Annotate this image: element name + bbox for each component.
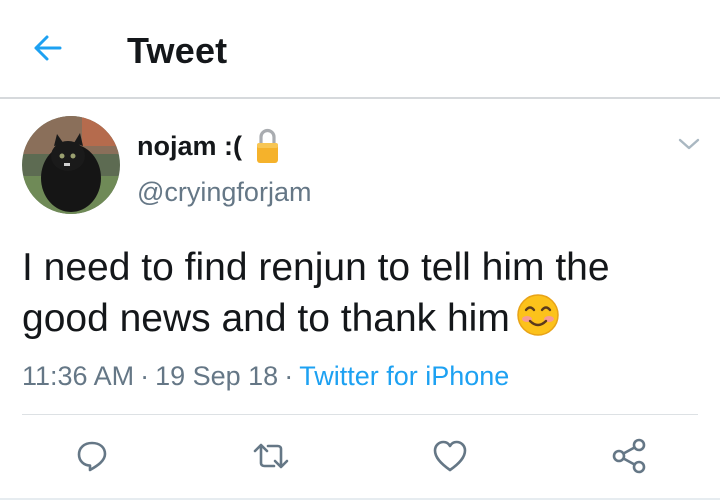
page-title: Tweet xyxy=(127,30,228,71)
like-button[interactable] xyxy=(430,436,470,476)
chevron-down-icon xyxy=(678,138,700,150)
tweet-text: I need to find renjun to tell him the go… xyxy=(22,243,702,344)
lock-icon xyxy=(255,127,280,165)
smiling-face-emoji xyxy=(516,293,560,337)
divider xyxy=(22,414,698,415)
arrow-left-icon xyxy=(34,35,62,61)
meta-separator: · xyxy=(140,361,150,391)
meta-separator: · xyxy=(284,361,294,391)
reply-icon xyxy=(77,441,107,472)
cat-avatar-image xyxy=(22,116,120,214)
heart-icon xyxy=(433,440,467,472)
retweet-icon xyxy=(253,443,289,469)
tweet-options-button[interactable] xyxy=(676,134,702,154)
display-name[interactable]: nojam :( xyxy=(137,131,242,162)
tweet-time: 11:36 AM xyxy=(22,361,135,391)
tweet-metadata: 11:36 AM · 19 Sep 18 · Twitter for iPhone xyxy=(22,361,509,392)
user-handle[interactable]: @cryingforjam xyxy=(137,177,311,208)
share-icon xyxy=(612,438,646,474)
tweet-date: 19 Sep 18 xyxy=(155,361,279,391)
tweet-source-link[interactable]: Twitter for iPhone xyxy=(299,361,509,391)
retweet-button[interactable] xyxy=(251,436,291,476)
top-bar: Tweet xyxy=(0,0,720,99)
avatar[interactable] xyxy=(22,116,120,214)
tweet-actions xyxy=(0,430,720,480)
share-button[interactable] xyxy=(609,436,649,476)
back-button[interactable] xyxy=(28,28,68,68)
bottom-divider xyxy=(0,498,720,500)
reply-button[interactable] xyxy=(72,436,112,476)
